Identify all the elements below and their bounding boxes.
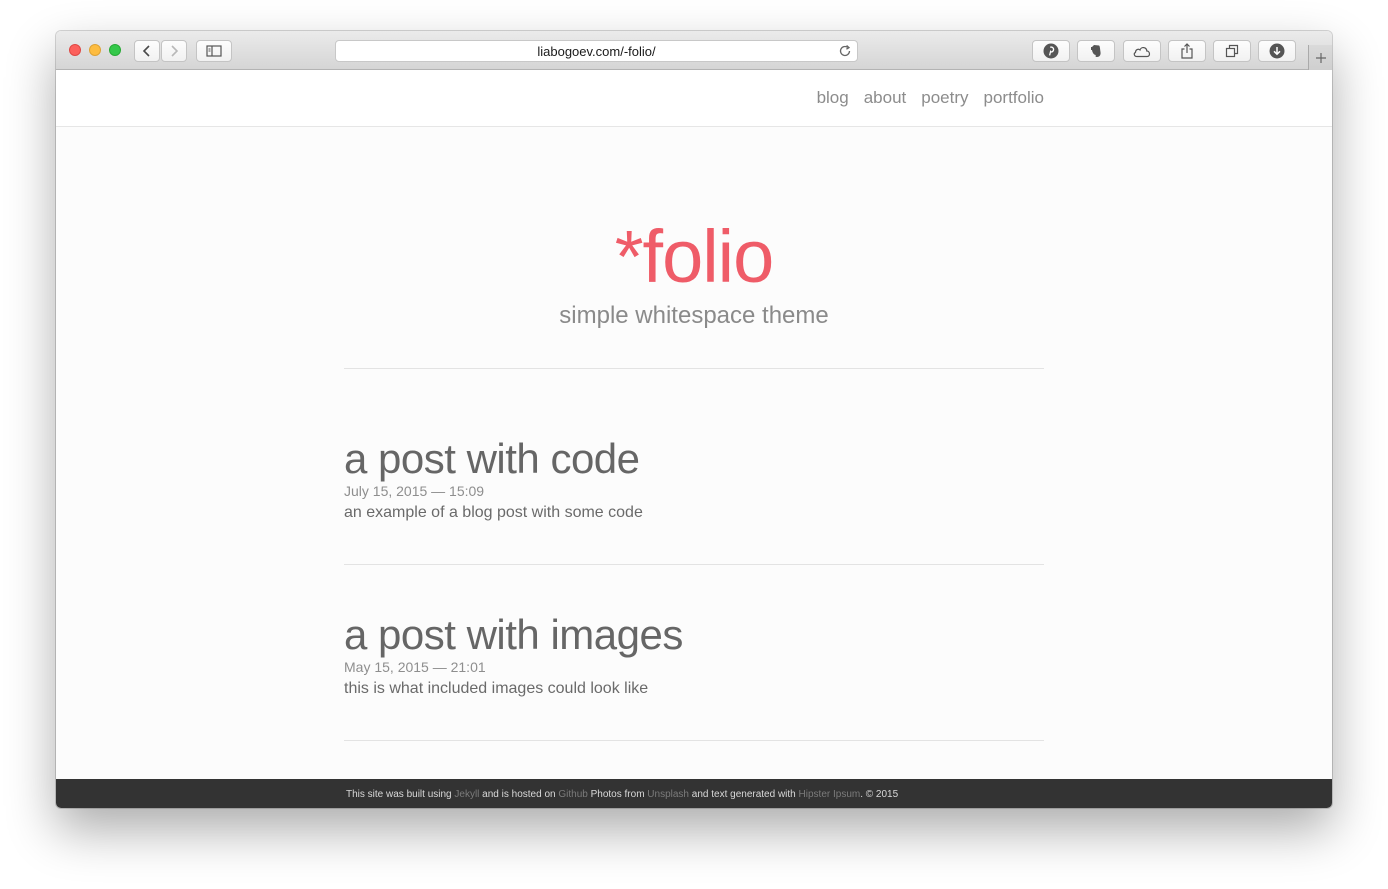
close-window-button[interactable]	[69, 44, 81, 56]
post-excerpt: this is what included images could look …	[344, 680, 649, 697]
footer-link-github[interactable]: Github	[558, 789, 587, 800]
footer-text: This site was built using	[346, 789, 455, 800]
icloud-tabs-button[interactable]	[1123, 40, 1161, 62]
plus-icon	[1315, 52, 1326, 63]
site-footer: This site was built using Jekyll and is …	[56, 779, 1332, 808]
footer-text: . © 2015	[860, 789, 899, 800]
share-icon	[1181, 43, 1193, 59]
footer-text: Photos from	[587, 789, 648, 800]
post-item: a post with code July 15, 2015 — 15:09 a…	[344, 436, 1044, 522]
address-bar[interactable]: liabogoev.com/-folio/	[335, 40, 858, 62]
minimize-window-button[interactable]	[89, 44, 101, 56]
nav-link-blog[interactable]: blog	[817, 88, 849, 108]
divider	[344, 564, 1044, 565]
site-navbar: blog about poetry portfolio	[56, 70, 1332, 127]
footer-text: and text generated with	[689, 789, 799, 800]
footer-link-hipster-ipsum[interactable]: Hipster Ipsum	[799, 789, 861, 800]
post-title-link[interactable]: a post with images	[344, 612, 1044, 658]
nav-link-poetry[interactable]: poetry	[921, 88, 968, 108]
nav-menu: blog about poetry portfolio	[817, 88, 1044, 108]
url-text: liabogoev.com/-folio/	[537, 43, 656, 59]
forward-button[interactable]	[161, 40, 187, 62]
divider	[344, 368, 1044, 369]
post-date: July 15, 2015 — 15:09	[344, 483, 485, 499]
divider	[344, 740, 1044, 741]
footer-link-unsplash[interactable]: Unsplash	[647, 789, 689, 800]
sidebar-toggle-button[interactable]	[196, 40, 232, 62]
footer-text: and is hosted on	[479, 789, 559, 800]
tabs-icon	[1225, 44, 1239, 58]
nav-link-about[interactable]: about	[864, 88, 907, 108]
zoom-window-button[interactable]	[109, 44, 121, 56]
pinterest-icon	[1043, 43, 1059, 59]
post-title-link[interactable]: a post with code	[344, 436, 1044, 482]
tab-overview-button[interactable]	[1213, 40, 1251, 62]
post-date: May 15, 2015 — 21:01	[344, 659, 486, 675]
post-item: a post with images May 15, 2015 — 21:01 …	[344, 612, 1044, 698]
download-icon	[1269, 43, 1285, 59]
browser-toolbar: liabogoev.com/-folio/	[56, 31, 1332, 70]
footer-link-jekyll[interactable]: Jekyll	[454, 789, 479, 800]
cloud-icon	[1133, 46, 1151, 57]
chevron-right-icon	[171, 45, 179, 57]
new-tab-button[interactable]	[1308, 45, 1332, 70]
evernote-button[interactable]	[1077, 40, 1115, 62]
site-title: *folio	[614, 215, 775, 298]
pinterest-button[interactable]	[1032, 40, 1070, 62]
browser-window: liabogoev.com/-folio/ blog about poetry …	[56, 31, 1332, 808]
post-excerpt: an example of a blog post with some code	[344, 504, 643, 521]
reload-icon[interactable]	[838, 44, 852, 61]
nav-link-portfolio[interactable]: portfolio	[984, 88, 1044, 108]
back-button[interactable]	[134, 40, 160, 62]
site-subtitle: simple whitespace theme	[559, 302, 829, 329]
web-page: blog about poetry portfolio *folio simpl…	[56, 70, 1332, 808]
sidebar-icon	[206, 45, 222, 57]
downloads-button[interactable]	[1258, 40, 1296, 62]
chevron-left-icon	[142, 45, 150, 57]
evernote-icon	[1091, 45, 1101, 57]
share-button[interactable]	[1168, 40, 1206, 62]
